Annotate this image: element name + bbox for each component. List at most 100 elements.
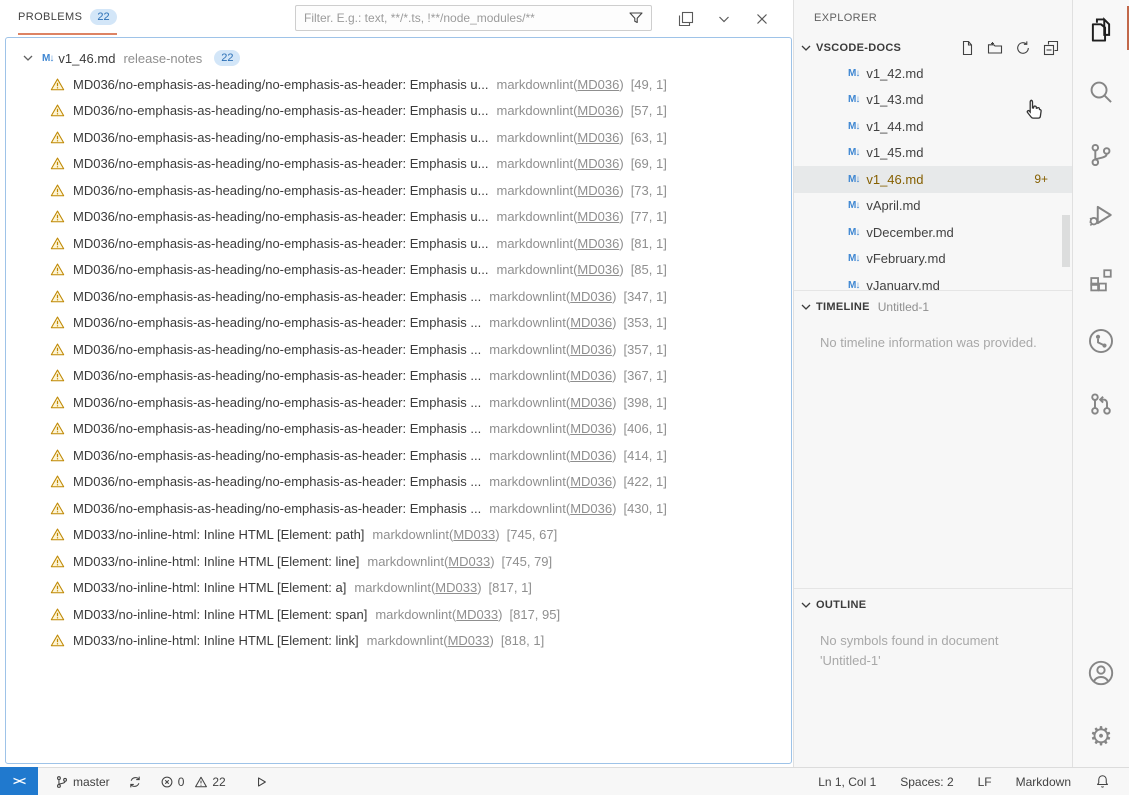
collapse-panel-icon[interactable] — [713, 8, 735, 30]
problem-row[interactable]: MD033/no-inline-html: Inline HTML [Eleme… — [6, 601, 791, 628]
file-name: v1_43.md — [866, 92, 923, 107]
problem-source: markdownlint(MD033) — [367, 633, 494, 648]
section-timeline[interactable]: TIMELINE Untitled-1 — [794, 295, 1072, 319]
problem-row[interactable]: MD036/no-emphasis-as-heading/no-emphasis… — [6, 283, 791, 310]
problem-code-link[interactable]: MD036 — [577, 183, 619, 198]
problem-code-link[interactable]: MD036 — [570, 289, 612, 304]
file-row[interactable]: M↓ v1_43.md — [794, 87, 1072, 114]
problem-row[interactable]: MD033/no-inline-html: Inline HTML [Eleme… — [6, 548, 791, 575]
file-row[interactable]: M↓ v1_45.md — [794, 140, 1072, 167]
problem-row[interactable]: MD033/no-inline-html: Inline HTML [Eleme… — [6, 628, 791, 655]
branch-indicator[interactable]: master — [50, 775, 115, 789]
problem-row[interactable]: MD036/no-emphasis-as-heading/no-emphasis… — [6, 469, 791, 496]
problem-code-link[interactable]: MD036 — [577, 262, 619, 277]
language-mode[interactable]: Markdown — [1011, 775, 1076, 789]
problems-file-group[interactable]: M↓ v1_46.md release-notes 22 — [6, 45, 791, 71]
problem-row[interactable]: MD036/no-emphasis-as-heading/no-emphasis… — [6, 230, 791, 257]
explorer-scrollbar[interactable] — [1062, 215, 1070, 267]
problem-code-link[interactable]: MD033 — [448, 633, 490, 648]
file-row[interactable]: M↓ vDecember.md — [794, 219, 1072, 246]
problem-position: [406, 1] — [623, 421, 666, 436]
problem-code-link[interactable]: MD036 — [577, 103, 619, 118]
problem-code-link[interactable]: MD036 — [570, 421, 612, 436]
branch-name: master — [73, 775, 110, 789]
cursor-position[interactable]: Ln 1, Col 1 — [813, 775, 881, 789]
file-row[interactable]: M↓ v1_42.md — [794, 60, 1072, 87]
settings-gear-icon[interactable]: ⚙ — [1073, 712, 1129, 760]
source-control-icon[interactable] — [1073, 131, 1129, 179]
problem-row[interactable]: MD036/no-emphasis-as-heading/no-emphasis… — [6, 98, 791, 125]
problem-row[interactable]: MD036/no-emphasis-as-heading/no-emphasis… — [6, 151, 791, 178]
new-file-icon[interactable] — [956, 37, 978, 59]
problems-filter-input[interactable] — [296, 11, 628, 25]
section-outline[interactable]: OUTLINE — [794, 593, 1072, 617]
pull-request-icon[interactable] — [1073, 380, 1129, 428]
search-icon[interactable] — [1073, 68, 1129, 116]
filter-funnel-icon[interactable] — [628, 10, 644, 26]
problem-code-link[interactable]: MD036 — [577, 156, 619, 171]
file-row[interactable]: M↓ v1_46.md 9+ — [794, 166, 1072, 193]
problem-position: [414, 1] — [623, 448, 666, 463]
problem-code-link[interactable]: MD036 — [570, 315, 612, 330]
problem-code-link[interactable]: MD033 — [435, 580, 477, 595]
problem-code-link[interactable]: MD036 — [577, 209, 619, 224]
problem-row[interactable]: MD033/no-inline-html: Inline HTML [Eleme… — [6, 575, 791, 602]
eol-setting[interactable]: LF — [973, 775, 997, 789]
problem-row[interactable]: MD036/no-emphasis-as-heading/no-emphasis… — [6, 124, 791, 151]
problem-row[interactable]: MD036/no-emphasis-as-heading/no-emphasis… — [6, 204, 791, 231]
section-vscode-docs[interactable]: VSCODE-DOCS — [794, 36, 1072, 60]
run-task-button[interactable] — [249, 775, 273, 789]
file-row[interactable]: M↓ vApril.md — [794, 193, 1072, 220]
markdown-file-icon: M↓ — [848, 94, 859, 105]
warning-icon — [50, 421, 65, 436]
problem-row[interactable]: MD036/no-emphasis-as-heading/no-emphasis… — [6, 363, 791, 390]
problems-summary[interactable]: 0 22 — [155, 775, 231, 789]
explorer-icon[interactable] — [1073, 6, 1129, 54]
problem-code-link[interactable]: MD036 — [577, 130, 619, 145]
problem-code-link[interactable]: MD036 — [570, 342, 612, 357]
problem-code-link[interactable]: MD033 — [453, 527, 495, 542]
new-folder-icon[interactable] — [984, 37, 1006, 59]
problem-code-link[interactable]: MD033 — [448, 554, 490, 569]
indentation-setting[interactable]: Spaces: 2 — [895, 775, 958, 789]
problem-source: markdownlint(MD036) — [497, 262, 624, 277]
remote-indicator[interactable]: >< — [0, 767, 38, 795]
problem-row[interactable]: MD036/no-emphasis-as-heading/no-emphasis… — [6, 257, 791, 284]
collapse-all-icon[interactable] — [1040, 37, 1062, 59]
problem-row[interactable]: MD033/no-inline-html: Inline HTML [Eleme… — [6, 522, 791, 549]
notifications-bell-icon[interactable] — [1090, 774, 1115, 789]
problem-source: markdownlint(MD033) — [375, 607, 502, 622]
problem-code-link[interactable]: MD036 — [570, 368, 612, 383]
problem-row[interactable]: MD036/no-emphasis-as-heading/no-emphasis… — [6, 177, 791, 204]
problem-code-link[interactable]: MD033 — [456, 607, 498, 622]
problem-row[interactable]: MD036/no-emphasis-as-heading/no-emphasis… — [6, 442, 791, 469]
problem-source-prefix: markdownlint( — [367, 633, 448, 648]
problem-code-link[interactable]: MD036 — [570, 395, 612, 410]
close-panel-icon[interactable] — [751, 8, 773, 30]
problem-code-link[interactable]: MD036 — [577, 77, 619, 92]
file-row[interactable]: M↓ vJanuary.md — [794, 272, 1072, 290]
problem-code-link[interactable]: MD036 — [570, 474, 612, 489]
problem-code-link[interactable]: MD036 — [570, 501, 612, 516]
tab-problems[interactable]: PROBLEMS 22 — [18, 0, 117, 35]
extensions-icon[interactable] — [1073, 256, 1129, 304]
problem-row[interactable]: MD036/no-emphasis-as-heading/no-emphasis… — [6, 416, 791, 443]
gitlens-icon[interactable] — [1073, 317, 1129, 365]
file-row[interactable]: M↓ vFebruary.md — [794, 246, 1072, 273]
refresh-icon[interactable] — [1012, 37, 1034, 59]
run-debug-icon[interactable] — [1073, 191, 1129, 239]
problem-source-prefix: markdownlint( — [497, 236, 578, 251]
problem-source-prefix: markdownlint( — [497, 103, 578, 118]
problem-row[interactable]: MD036/no-emphasis-as-heading/no-emphasis… — [6, 71, 791, 98]
problem-code-link[interactable]: MD036 — [570, 448, 612, 463]
problem-position: [353, 1] — [623, 315, 666, 330]
file-row[interactable]: M↓ v1_44.md — [794, 113, 1072, 140]
problem-code-link[interactable]: MD036 — [577, 236, 619, 251]
restore-panel-icon[interactable] — [675, 8, 697, 30]
problem-row[interactable]: MD036/no-emphasis-as-heading/no-emphasis… — [6, 336, 791, 363]
sync-button[interactable] — [123, 775, 147, 789]
account-icon[interactable] — [1073, 649, 1129, 697]
problem-row[interactable]: MD036/no-emphasis-as-heading/no-emphasis… — [6, 310, 791, 337]
problem-row[interactable]: MD036/no-emphasis-as-heading/no-emphasis… — [6, 389, 791, 416]
problem-row[interactable]: MD036/no-emphasis-as-heading/no-emphasis… — [6, 495, 791, 522]
